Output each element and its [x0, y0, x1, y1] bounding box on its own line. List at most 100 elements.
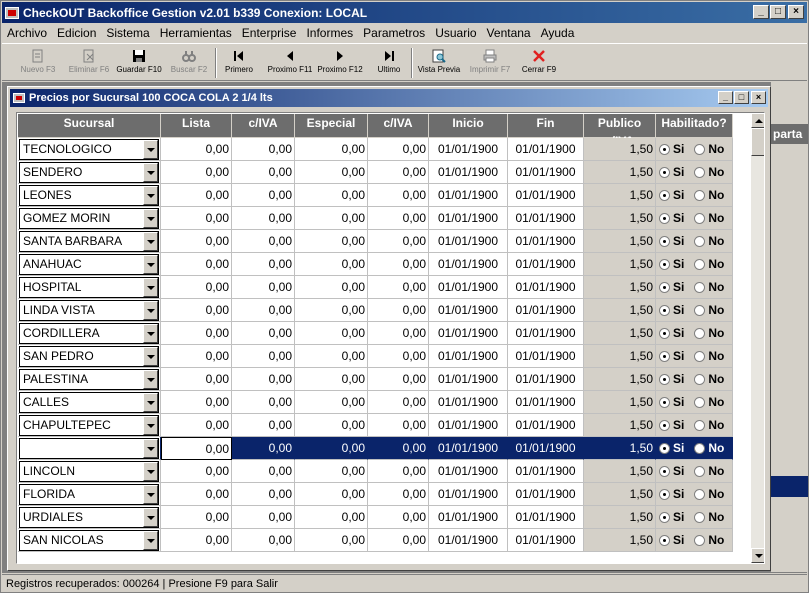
fin-cell[interactable]: 01/01/1900: [508, 161, 584, 184]
menu-parametros[interactable]: Parametros: [358, 26, 430, 40]
lista-cell[interactable]: 0,00: [161, 529, 232, 552]
table-row[interactable]: SANTA BARBARA 0,00 0,00 0,00 0,00 01/01/1900 0…: [18, 230, 733, 253]
ultimo-button[interactable]: Ultimo: [371, 46, 407, 80]
table-row[interactable]: LINCOLN 0,00 0,00 0,00 0,00 01/01/1900 01/01/1…: [18, 460, 733, 483]
civa-cell[interactable]: 0,00: [232, 299, 295, 322]
radio-no[interactable]: [694, 327, 706, 339]
lista-cell[interactable]: 0,00: [161, 483, 232, 506]
minimize-button[interactable]: _: [753, 5, 769, 19]
table-row[interactable]: FLORIDA 0,00 0,00 0,00 0,00 01/01/1900 01/01/1…: [18, 483, 733, 506]
radio-no[interactable]: [694, 396, 706, 408]
sucursal-combo[interactable]: HOSPITAL: [19, 277, 159, 298]
fin-cell[interactable]: 01/01/1900: [508, 529, 584, 552]
child-maximize-button[interactable]: □: [734, 91, 749, 104]
civa-especial-cell[interactable]: 0,00: [368, 391, 429, 414]
nuevo-button[interactable]: Nuevo F3: [18, 46, 58, 80]
civa-especial-cell[interactable]: 0,00: [368, 253, 429, 276]
radio-si[interactable]: [659, 166, 670, 178]
scroll-thumb[interactable]: [751, 128, 764, 156]
civa-cell[interactable]: 0,00: [232, 230, 295, 253]
fin-cell[interactable]: 01/01/1900: [508, 276, 584, 299]
col-habilitado[interactable]: Habilitado?: [656, 114, 733, 138]
menu-enterprise[interactable]: Enterprise: [237, 26, 302, 40]
sucursal-combo[interactable]: CALLES: [19, 392, 159, 413]
sucursal-combo[interactable]: SAN NICOLAS: [19, 530, 159, 551]
fin-cell[interactable]: 01/01/1900: [508, 138, 584, 161]
radio-si[interactable]: [659, 511, 670, 523]
sucursal-combo[interactable]: TECNOLOGICO: [19, 139, 159, 160]
cerrar-button[interactable]: Cerrar F9: [519, 46, 559, 80]
especial-cell[interactable]: 0,00: [295, 207, 368, 230]
col-lista[interactable]: Lista: [161, 114, 232, 138]
radio-si[interactable]: [659, 327, 670, 339]
proximo-f11-button[interactable]: Proximo F11: [265, 46, 315, 80]
especial-cell[interactable]: 0,00: [295, 391, 368, 414]
civa-especial-cell[interactable]: 0,00: [368, 437, 429, 460]
imprimir-button[interactable]: Imprimir F7: [468, 46, 512, 80]
chevron-down-icon[interactable]: [143, 485, 158, 504]
lista-cell[interactable]: 0,00: [161, 506, 232, 529]
inicio-cell[interactable]: 01/01/1900: [429, 368, 508, 391]
civa-cell[interactable]: 0,00: [232, 460, 295, 483]
menu-archivo[interactable]: Archivo: [2, 26, 52, 40]
civa-especial-cell[interactable]: 0,00: [368, 276, 429, 299]
chevron-down-icon[interactable]: [143, 163, 158, 182]
table-row[interactable]: CORDILLERA 0,00 0,00 0,00 0,00 01/01/1900 01/0…: [18, 322, 733, 345]
especial-cell[interactable]: 0,00: [295, 345, 368, 368]
table-row[interactable]: SAN PEDRO 0,00 0,00 0,00 0,00 01/01/1900 01/01…: [18, 345, 733, 368]
inicio-cell[interactable]: 01/01/1900: [429, 437, 508, 460]
civa-cell[interactable]: 0,00: [232, 414, 295, 437]
radio-no[interactable]: [694, 235, 706, 247]
radio-si[interactable]: [659, 258, 670, 270]
fin-cell[interactable]: 01/01/1900: [508, 207, 584, 230]
civa-especial-cell[interactable]: 0,00: [368, 345, 429, 368]
especial-cell[interactable]: 0,00: [295, 276, 368, 299]
radio-no[interactable]: [694, 304, 706, 316]
radio-no[interactable]: [694, 281, 706, 293]
sucursal-combo[interactable]: SAN PEDRO: [19, 346, 159, 367]
lista-cell[interactable]: 0,00: [161, 253, 232, 276]
inicio-cell[interactable]: 01/01/1900: [429, 322, 508, 345]
sucursal-cell[interactable]: HOSPITAL: [18, 276, 161, 299]
table-row[interactable]: SAN NICOLAS 0,00 0,00 0,00 0,00 01/01/1900 01/…: [18, 529, 733, 552]
lista-cell[interactable]: 0,00: [161, 161, 232, 184]
sucursal-cell[interactable]: SENDERO: [18, 161, 161, 184]
sucursal-cell[interactable]: CALLES: [18, 391, 161, 414]
inicio-cell[interactable]: 01/01/1900: [429, 161, 508, 184]
radio-si[interactable]: [659, 373, 670, 385]
child-minimize-button[interactable]: _: [718, 91, 733, 104]
table-row[interactable]: CHAPULTEPEC 0,00 0,00 0,00 0,00 01/01/1900 01/…: [18, 414, 733, 437]
sucursal-cell[interactable]: URDIALES: [18, 506, 161, 529]
primero-button[interactable]: Primero: [220, 46, 258, 80]
radio-si[interactable]: [659, 304, 670, 316]
table-row[interactable]: HOSPITAL 0,00 0,00 0,00 0,00 01/01/1900 01/01/…: [18, 276, 733, 299]
sucursal-cell[interactable]: PALESTINA: [18, 368, 161, 391]
fin-cell[interactable]: 01/01/1900: [508, 368, 584, 391]
civa-especial-cell[interactable]: 0,00: [368, 322, 429, 345]
civa-cell[interactable]: 0,00: [232, 506, 295, 529]
sucursal-combo[interactable]: CORDILLERA: [19, 323, 159, 344]
civa-cell[interactable]: 0,00: [232, 276, 295, 299]
sucursal-cell[interactable]: CORDILLERA: [18, 322, 161, 345]
sucursal-combo[interactable]: LEONES: [19, 185, 159, 206]
radio-si[interactable]: [659, 350, 670, 362]
col-civa-especial[interactable]: c/IVA: [368, 114, 429, 138]
sucursal-combo[interactable]: PALESTINA: [19, 369, 159, 390]
civa-especial-cell[interactable]: 0,00: [368, 161, 429, 184]
inicio-cell[interactable]: 01/01/1900: [429, 207, 508, 230]
especial-cell[interactable]: 0,00: [295, 414, 368, 437]
civa-especial-cell[interactable]: 0,00: [368, 414, 429, 437]
civa-cell[interactable]: 0,00: [232, 368, 295, 391]
sucursal-cell[interactable]: LINDA VISTA: [18, 299, 161, 322]
vista-previa-button[interactable]: Vista Previa: [416, 46, 462, 80]
menu-informes[interactable]: Informes: [301, 26, 358, 40]
table-row[interactable]: CENTRAL 0,00 0,00 0,00 0,00 01/01/1900 01/01/1…: [18, 437, 733, 460]
civa-especial-cell[interactable]: 0,00: [368, 483, 429, 506]
chevron-down-icon[interactable]: [143, 416, 158, 435]
table-row[interactable]: PALESTINA 0,00 0,00 0,00 0,00 01/01/1900 01/01…: [18, 368, 733, 391]
especial-cell[interactable]: 0,00: [295, 299, 368, 322]
especial-cell[interactable]: 0,00: [295, 161, 368, 184]
chevron-down-icon[interactable]: [143, 462, 158, 481]
sucursal-combo[interactable]: CENTRAL: [19, 438, 159, 459]
civa-cell[interactable]: 0,00: [232, 253, 295, 276]
